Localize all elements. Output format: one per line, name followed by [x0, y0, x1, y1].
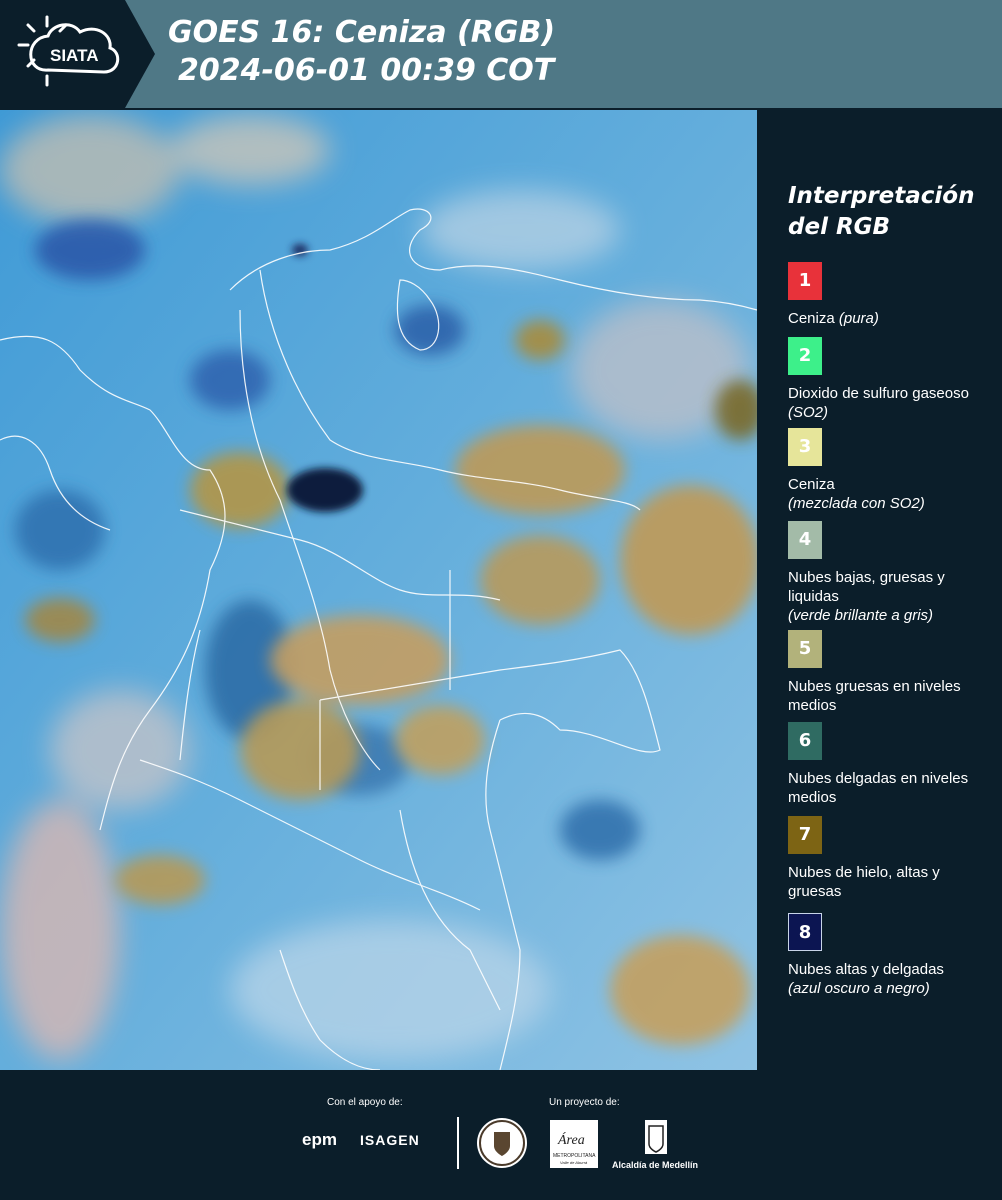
isagen-logo[interactable]: ISAGEN [360, 1132, 420, 1148]
support-label: Con el apoyo de: [327, 1097, 403, 1108]
legend-swatch-7: 7 [788, 816, 822, 854]
title-product: GOES 16: Ceniza (RGB) [168, 15, 556, 50]
page-title: GOES 16: Ceniza (RGB) 2024-06-01 00:39 C… [168, 14, 555, 90]
legend-label-3: Ceniza (mezclada con SO2) [788, 476, 925, 512]
legend-label-1: Ceniza (pura) [788, 310, 879, 327]
footer-bar: Con el apoyo de: Un proyecto de: epm ISA… [0, 1070, 1002, 1200]
siata-logo[interactable]: SIATA [0, 0, 155, 108]
legend-swatch-4: 4 [788, 521, 822, 559]
siata-logo-text: SIATA [50, 46, 98, 65]
legend-item-4: 4 Nubes bajas, gruesas y liquidas (verde … [788, 521, 988, 625]
legend-swatch-8: 8 [788, 913, 822, 951]
legend-item-7: 7 Nubes de hielo, altas y gruesas [788, 816, 988, 901]
header-bar: SIATA GOES 16: Ceniza (RGB) 2024-06-01 0… [0, 0, 1002, 108]
project-label: Un proyecto de: [549, 1097, 620, 1108]
title-timestamp: 2024-06-01 00:39 COT [178, 53, 555, 88]
rgb-legend: Interpretación del RGB 1 Ceniza (pura) 2… [757, 108, 1002, 1070]
legend-item-6: 6 Nubes delgadas en niveles medios [788, 722, 988, 807]
legend-item-8: 8 Nubes altas y delgadas (azul oscuro a n… [788, 913, 988, 998]
legend-swatch-6: 6 [788, 722, 822, 760]
legend-label-8: Nubes altas y delgadas (azul oscuro a neg… [788, 961, 944, 997]
legend-label-6: Nubes delgadas en niveles medios [788, 770, 969, 806]
legend-item-1: 1 Ceniza (pura) [788, 262, 988, 328]
alcaldia-medellin-logo[interactable]: Alcaldía de Medellín [612, 1120, 702, 1172]
university-seal-icon[interactable] [477, 1118, 527, 1168]
legend-label-4: Nubes bajas, gruesas y liquidas (verde br… [788, 569, 945, 624]
legend-swatch-1: 1 [788, 262, 822, 300]
epm-logo[interactable]: epm [302, 1130, 337, 1150]
area-metropolitana-logo[interactable]: Área METROPOLITANA Valle de Aburrá [550, 1120, 598, 1168]
svg-text:Valle de Aburrá: Valle de Aburrá [560, 1160, 588, 1165]
legend-label-7: Nubes de hielo, altas y gruesas [788, 864, 940, 900]
svg-text:METROPOLITANA: METROPOLITANA [553, 1153, 596, 1159]
satellite-image [0, 110, 757, 1070]
legend-label-2: Dioxido de sulfuro gaseoso (SO2) [788, 385, 969, 421]
svg-text:Área: Área [557, 1131, 585, 1148]
legend-swatch-5: 5 [788, 630, 822, 668]
satellite-map[interactable] [0, 110, 757, 1070]
legend-item-2: 2 Dioxido de sulfuro gaseoso (SO2) [788, 337, 988, 422]
legend-label-5: Nubes gruesas en niveles medios [788, 678, 961, 714]
legend-swatch-2: 2 [788, 337, 822, 375]
footer-divider [457, 1117, 459, 1169]
legend-title: Interpretación del RGB [788, 183, 975, 240]
legend-item-5: 5 Nubes gruesas en niveles medios [788, 630, 988, 715]
legend-item-3: 3 Ceniza (mezclada con SO2) [788, 428, 988, 513]
legend-swatch-3: 3 [788, 428, 822, 466]
medellin-crest-icon [645, 1120, 667, 1154]
